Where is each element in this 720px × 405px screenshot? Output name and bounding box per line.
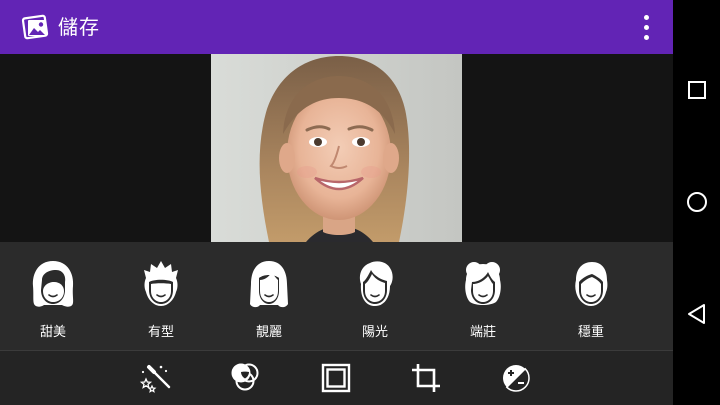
color-filter-icon[interactable] [228, 361, 262, 395]
style-preset-sunny[interactable]: 陽光 [330, 242, 420, 350]
style-preset-beautiful[interactable]: 靚麗 [224, 242, 314, 350]
edit-toolbar [0, 351, 673, 405]
more-vert-icon[interactable] [634, 11, 658, 43]
photo-canvas [0, 54, 673, 242]
back-icon[interactable] [681, 298, 713, 330]
style-preset-label: 陽光 [361, 325, 388, 340]
style-preset-label: 有型 [147, 325, 174, 340]
crop-icon[interactable] [409, 361, 443, 395]
face-woman-bob-icon [32, 261, 74, 307]
recents-icon[interactable] [681, 74, 713, 106]
face-man-tousled-icon [359, 261, 393, 306]
style-preset-label: 靚麗 [255, 325, 282, 340]
exposure-icon[interactable] [499, 361, 533, 395]
face-woman-updo-icon [465, 262, 501, 305]
face-man-classic-icon [575, 262, 608, 306]
system-nav-bar [673, 0, 720, 405]
portrait-photo[interactable] [211, 54, 462, 242]
style-preset-label: 穩重 [577, 325, 604, 340]
style-preset-stylish[interactable]: 有型 [116, 242, 206, 350]
magic-wand-icon[interactable] [139, 361, 173, 395]
photos-icon[interactable] [21, 12, 51, 42]
style-preset-label: 甜美 [39, 325, 66, 340]
face-woman-long-icon [250, 261, 288, 308]
style-preset-elegant[interactable]: 端莊 [438, 242, 528, 350]
app-bar: 儲存 [0, 0, 673, 54]
style-preset-panel: 甜美 有型 靚麗 陽光 端莊 穩重 [0, 242, 673, 350]
home-icon[interactable] [681, 186, 713, 218]
page-title: 儲存 [58, 15, 100, 39]
frame-icon[interactable] [319, 361, 353, 395]
photo-editor-app: 儲存 甜美 有型 靚麗 陽光 端莊 穩重 [0, 0, 673, 405]
style-preset-sweet[interactable]: 甜美 [8, 242, 98, 350]
style-preset-label: 端莊 [469, 325, 496, 340]
style-preset-steady[interactable]: 穩重 [546, 242, 636, 350]
face-man-spiky-icon [144, 261, 178, 306]
